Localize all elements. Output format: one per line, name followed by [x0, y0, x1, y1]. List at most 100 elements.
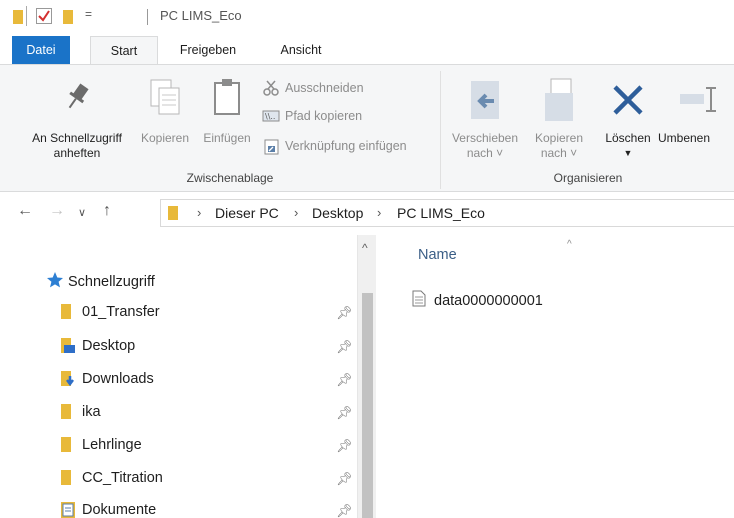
tab-ansicht[interactable]: Ansicht	[270, 36, 332, 65]
folder-icon	[60, 437, 72, 457]
breadcrumb-chevron-icon[interactable]: ›	[294, 205, 298, 220]
copy-to-icon	[526, 77, 592, 123]
recent-locations-icon[interactable]: ∨	[78, 206, 86, 219]
nav-item-label: Lehrlinge	[82, 437, 142, 453]
quick-access-label: Schnellzugriff	[68, 273, 155, 290]
move-to-button[interactable]: Verschieben nach ˅	[442, 77, 528, 161]
pin-icon[interactable]: 📌︎	[336, 305, 353, 321]
ribbon-tabs: Datei Start Freigeben Ansicht	[0, 34, 734, 65]
pin-icon[interactable]: 📌︎	[336, 438, 353, 454]
breadcrumb-dieser-pc[interactable]: Dieser PC	[215, 205, 279, 221]
star-icon	[46, 271, 64, 292]
tab-datei[interactable]: Datei	[12, 36, 70, 65]
delete-button[interactable]: Löschen ▼	[596, 77, 660, 161]
copy-path-button[interactable]: \\.. Pfad kopieren	[262, 107, 362, 125]
nav-item-label: Desktop	[82, 338, 136, 354]
file-list-pane: ^ Name data0000000001	[376, 235, 734, 518]
title-separator	[26, 6, 27, 26]
paste-label: Einfügen	[203, 131, 251, 145]
navigation-pane: Schnellzugriff 01_Transfer 📌︎ Desktop 📌︎…	[0, 235, 376, 518]
delete-x-icon	[596, 77, 660, 123]
svg-text:\\..: \\..	[265, 112, 275, 121]
documents-folder-icon	[60, 502, 76, 518]
rename-label: Umbenen	[658, 131, 711, 145]
ribbon: An Schnellzugriff anheften Kopieren Einf…	[0, 64, 734, 192]
title-separator-2	[147, 9, 148, 25]
breadcrumb-pc-lims-eco[interactable]: PC LIMS_Eco	[397, 205, 485, 221]
copy-label: Kopieren	[140, 131, 190, 145]
nav-item-cc-titration[interactable]: CC_Titration	[60, 467, 163, 489]
forward-arrow-icon[interactable]: →	[49, 202, 65, 220]
pin-to-quick-access-button[interactable]: An Schnellzugriff anheften	[20, 77, 134, 161]
scrollbar-thumb[interactable]	[362, 293, 373, 518]
window-title: PC LIMS_Eco	[160, 8, 242, 23]
copy-icon	[133, 77, 197, 117]
breadcrumb-chevron-icon[interactable]: ›	[197, 205, 201, 220]
folder-icon	[60, 404, 72, 424]
move-to-icon	[442, 77, 528, 123]
pin-icon[interactable]: 📌︎	[336, 405, 353, 421]
scissors-icon	[262, 80, 280, 96]
address-bar[interactable]: › Dieser PC › Desktop › PC LIMS_Eco	[160, 199, 734, 227]
clipboard-icon	[196, 77, 258, 117]
clipboard-group-label: Zwischenablage	[186, 171, 274, 185]
folder-icon	[60, 470, 72, 490]
rename-icon	[656, 77, 734, 123]
pin-label-line1: An Schnellzugriff	[32, 131, 122, 145]
pin-icon[interactable]: 📌︎	[336, 503, 353, 518]
pin-icon[interactable]: 📌︎	[336, 372, 353, 388]
properties-checkbox-icon[interactable]	[35, 7, 53, 28]
nav-pane-scrollbar[interactable]: ^	[357, 235, 376, 518]
folder-icon	[167, 205, 179, 224]
copy-to-button[interactable]: Kopieren nach ˅	[526, 77, 592, 161]
delete-label: Löschen	[605, 131, 651, 145]
shortcut-icon	[262, 138, 280, 155]
copy-button[interactable]: Kopieren	[133, 77, 197, 146]
quick-access-item[interactable]: Schnellzugriff	[46, 271, 155, 292]
scroll-up-arrow-icon[interactable]: ^	[362, 241, 368, 255]
nav-item-dokumente[interactable]: Dokumente	[60, 499, 156, 518]
customize-toolbar-icon[interactable]: =	[85, 7, 92, 21]
column-header-name[interactable]: Name	[418, 247, 457, 263]
new-folder-icon[interactable]	[62, 9, 74, 28]
pin-icon[interactable]: 📌︎	[336, 339, 353, 355]
file-name: data0000000001	[434, 292, 543, 309]
move-to-label-line1: Verschieben	[451, 131, 519, 145]
nav-item-label: CC_Titration	[82, 470, 163, 486]
back-arrow-icon[interactable]: ←	[17, 202, 33, 220]
nav-item-ika[interactable]: ika	[60, 401, 101, 423]
pin-icon	[20, 77, 134, 117]
cut-button[interactable]: Ausschneiden	[262, 79, 364, 97]
cut-label: Ausschneiden	[285, 81, 364, 95]
copy-to-label-line1: Kopieren	[534, 131, 584, 145]
nav-item-01-transfer[interactable]: 01_Transfer	[60, 301, 160, 323]
tab-freigeben[interactable]: Freigeben	[170, 36, 246, 65]
paste-shortcut-button[interactable]: Verknüpfung einfügen	[262, 137, 407, 155]
nav-item-label: Dokumente	[82, 502, 157, 518]
nav-item-label: 01_Transfer	[82, 304, 160, 320]
sort-ascending-icon: ^	[567, 239, 572, 250]
folder-icon	[12, 9, 24, 28]
downloads-folder-icon	[60, 371, 76, 391]
file-row[interactable]: data0000000001	[412, 290, 543, 311]
pin-label-line2: anheften	[53, 146, 101, 160]
folder-icon	[60, 304, 72, 324]
nav-item-desktop[interactable]: Desktop	[60, 335, 135, 357]
tab-start[interactable]: Start	[90, 36, 158, 65]
group-separator	[440, 71, 441, 189]
nav-item-lehrlinge[interactable]: Lehrlinge	[60, 434, 142, 456]
paste-button[interactable]: Einfügen	[196, 77, 258, 146]
path-icon: \\..	[262, 108, 280, 124]
paste-shortcut-label: Verknüpfung einfügen	[285, 139, 407, 153]
pin-icon[interactable]: 📌︎	[336, 471, 353, 487]
copy-to-label-line2: nach ˅	[540, 146, 578, 160]
rename-button[interactable]: Umbenen	[656, 77, 734, 146]
up-arrow-icon[interactable]: ↑	[103, 202, 111, 220]
breadcrumb-chevron-icon[interactable]: ›	[377, 205, 381, 220]
nav-item-downloads[interactable]: Downloads	[60, 368, 154, 390]
delete-dropdown-icon[interactable]: ▼	[596, 146, 660, 161]
address-row: ← → ∨ ↑ › Dieser PC › Desktop › PC LIMS_…	[0, 193, 734, 235]
breadcrumb-desktop[interactable]: Desktop	[312, 205, 363, 221]
title-bar: = PC LIMS_Eco	[0, 0, 734, 34]
organize-group-label: Organisieren	[553, 171, 623, 185]
